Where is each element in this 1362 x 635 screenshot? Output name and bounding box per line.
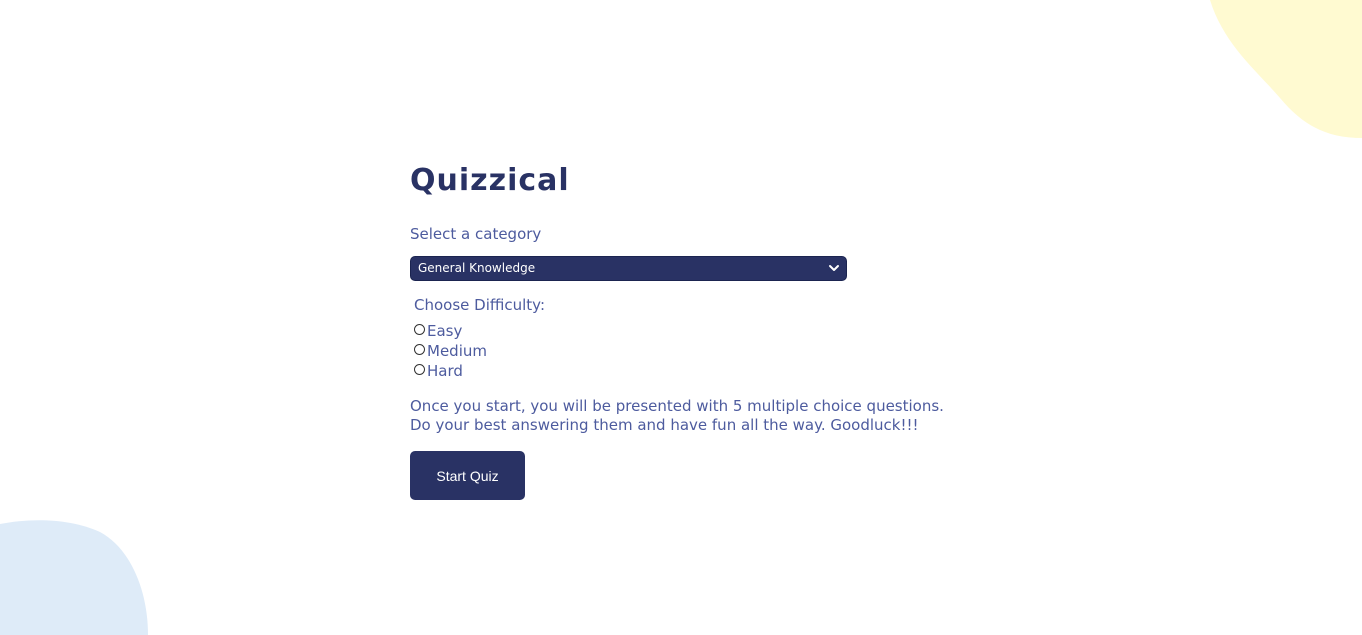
radio-easy[interactable] bbox=[414, 324, 425, 335]
decorative-blob-yellow bbox=[1210, 0, 1362, 138]
difficulty-group: Choose Difficulty: Easy Medium Hard bbox=[410, 295, 970, 381]
radio-medium[interactable] bbox=[414, 344, 425, 355]
radio-hard[interactable] bbox=[414, 364, 425, 375]
page-title: Quizzical bbox=[410, 163, 570, 198]
decorative-blob-blue bbox=[0, 520, 148, 635]
start-quiz-button[interactable]: Start Quiz bbox=[410, 451, 525, 500]
quiz-description: Once you start, you will be presented wi… bbox=[410, 397, 944, 434]
category-select[interactable]: General Knowledge bbox=[410, 256, 847, 281]
difficulty-options: Easy Medium Hard bbox=[414, 321, 970, 381]
difficulty-option-label: Hard bbox=[427, 362, 463, 380]
category-select-wrapper: General Knowledge bbox=[410, 256, 847, 281]
page: Quizzical Select a category General Know… bbox=[0, 0, 1362, 635]
difficulty-option-label: Easy bbox=[427, 322, 463, 340]
difficulty-option-label: Medium bbox=[427, 342, 487, 360]
category-label: Select a category bbox=[410, 225, 542, 243]
difficulty-option-medium[interactable]: Medium bbox=[414, 341, 970, 361]
difficulty-label: Choose Difficulty: bbox=[414, 296, 546, 314]
difficulty-option-hard[interactable]: Hard bbox=[414, 361, 970, 381]
difficulty-option-easy[interactable]: Easy bbox=[414, 321, 970, 341]
start-screen: Quizzical Select a category General Know… bbox=[410, 160, 970, 500]
